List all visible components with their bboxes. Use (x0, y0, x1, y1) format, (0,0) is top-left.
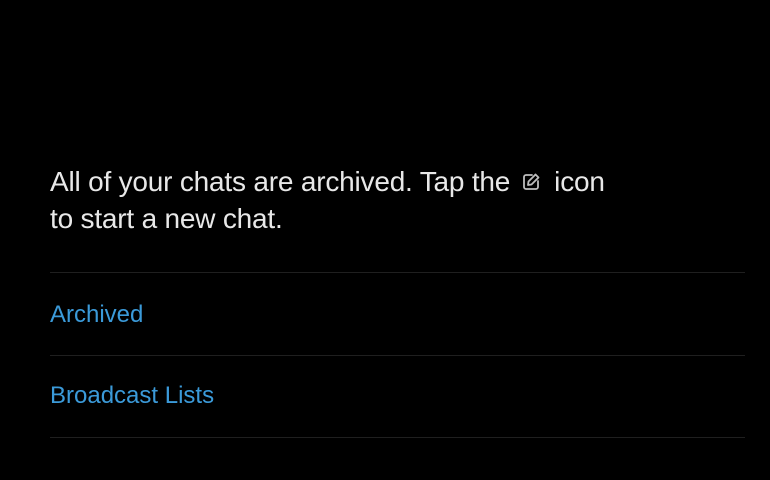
archived-label: Archived (50, 301, 144, 328)
divider (50, 437, 745, 438)
archived-row[interactable]: Archived (50, 275, 745, 355)
empty-chats-message: All of your chats are archived. Tap the … (50, 163, 730, 237)
empty-message-text: All of your chats are archived. Tap the (50, 166, 511, 197)
chats-screen: All of your chats are archived. Tap the … (0, 0, 770, 480)
broadcast-lists-row[interactable]: Broadcast Lists (50, 356, 745, 436)
broadcast-lists-label: Broadcast Lists (50, 382, 215, 409)
empty-message-icon-word: icon (554, 166, 605, 197)
divider (50, 272, 745, 273)
compose-icon (520, 171, 542, 193)
empty-message-line2: to start a new chat. (50, 203, 283, 234)
